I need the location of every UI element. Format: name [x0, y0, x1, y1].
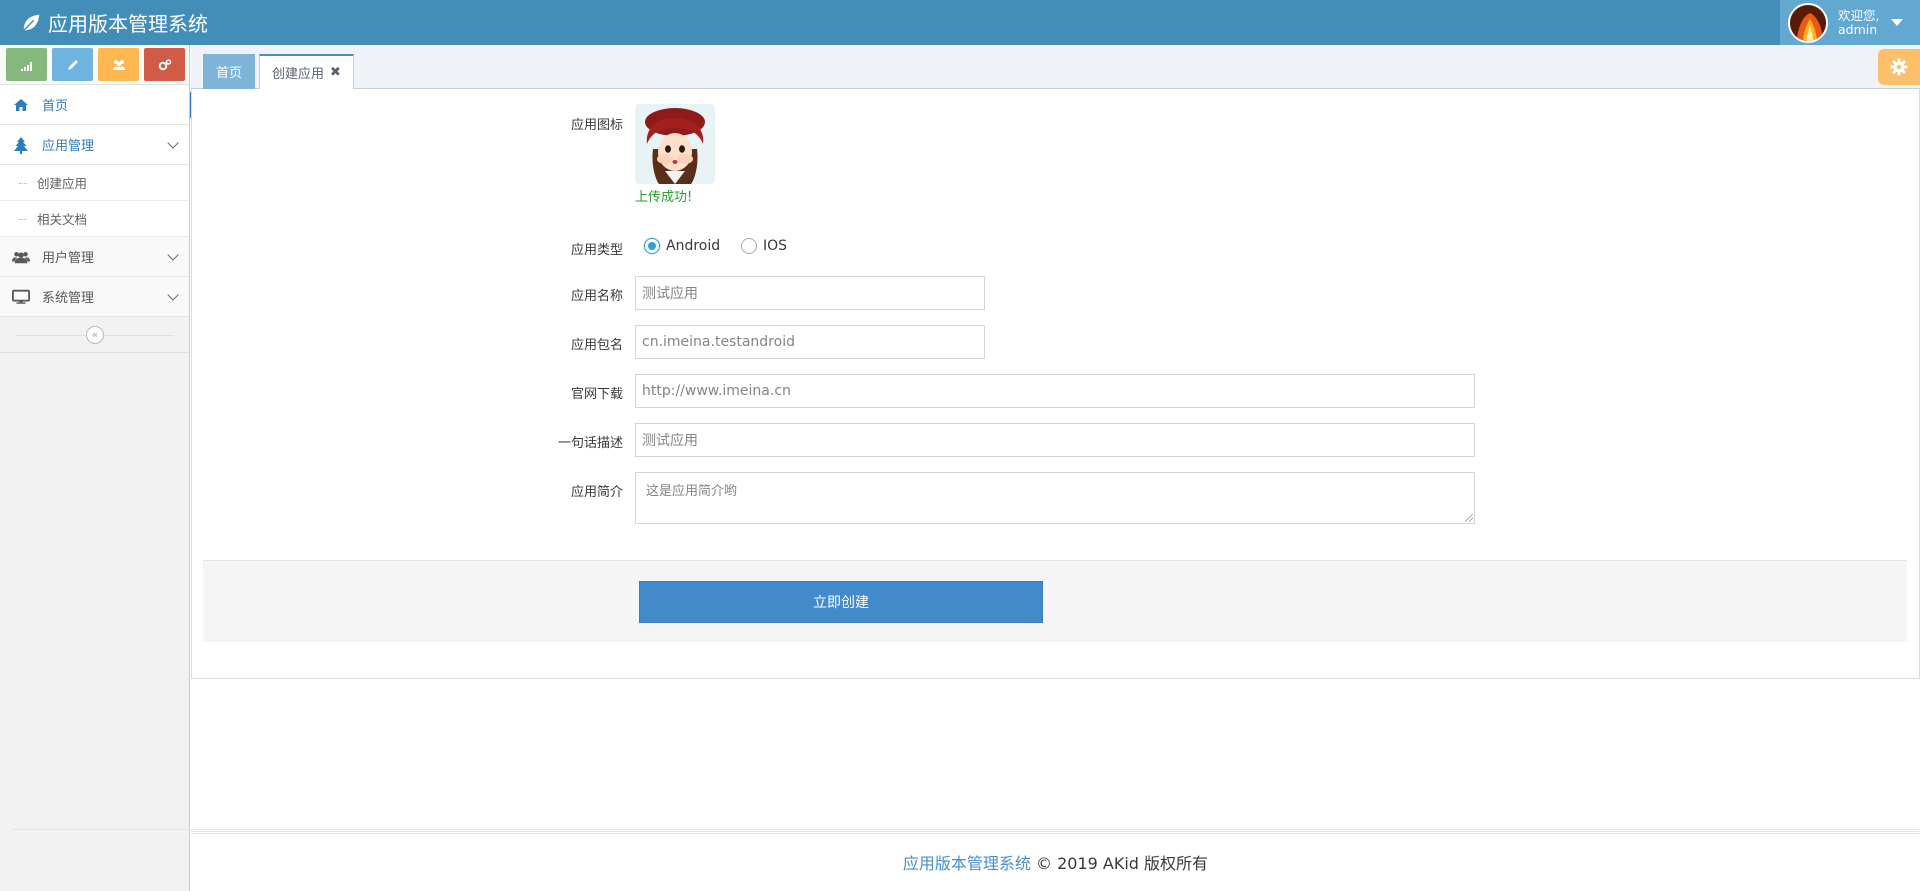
radio-android[interactable]: Android: [644, 238, 720, 254]
shortcut-signal-button[interactable]: [6, 48, 47, 81]
sidebar: 首页 应用管理 创建应用 相关文档 用户管理 系统管理 «: [0, 45, 190, 891]
shortcut-pencil-button[interactable]: [52, 48, 93, 81]
name-label: 应用名称: [570, 289, 623, 304]
settings-button[interactable]: [1878, 49, 1920, 85]
sidebar-item-home[interactable]: 首页: [0, 85, 189, 125]
slogan-label: 一句话描述: [557, 436, 623, 451]
slogan-input[interactable]: 测试应用: [635, 423, 1475, 457]
tab-create-app[interactable]: 创建应用 ✖: [259, 54, 354, 90]
package-label: 应用包名: [570, 338, 623, 353]
radio-unchecked-icon: [741, 238, 757, 254]
footer-divider: [12, 829, 1919, 830]
double-angle-left-icon[interactable]: «: [86, 326, 104, 344]
app-brand[interactable]: 应用版本管理系统: [20, 0, 208, 45]
radio-ios[interactable]: IOS: [741, 238, 787, 254]
upload-status: 上传成功!: [635, 190, 693, 205]
sidebar-item-label: 用户管理: [42, 251, 95, 266]
resize-handle-icon[interactable]: [1465, 514, 1473, 522]
user-avatar: [1788, 2, 1828, 43]
download-label: 官网下载: [570, 387, 623, 402]
sidebar-subitem-docs[interactable]: 相关文档: [0, 201, 189, 237]
form-actions: 立即创建: [203, 560, 1907, 642]
caret-down-icon: [1891, 19, 1904, 26]
close-icon[interactable]: ✖: [330, 65, 341, 80]
pencil-icon: [67, 59, 78, 70]
footer-brand-link[interactable]: 应用版本管理系统: [903, 854, 1031, 873]
tab-label: 创建应用: [272, 67, 325, 82]
app-title: 应用版本管理系统: [48, 12, 208, 36]
group-icon: [112, 59, 125, 70]
type-label: 应用类型: [570, 243, 623, 258]
chevron-down-icon: [167, 249, 179, 261]
tab-label: 首页: [216, 66, 243, 81]
sidebar-shortcuts: [0, 45, 189, 85]
navbar: 应用版本管理系统 欢迎您, admin: [0, 0, 1920, 45]
home-icon: [12, 96, 30, 114]
sidebar-item-label: 首页: [42, 99, 69, 114]
sidebar-submenu: 创建应用 相关文档: [0, 165, 189, 237]
tab-home[interactable]: 首页: [203, 54, 256, 89]
gear-icon: [1890, 58, 1908, 76]
sidebar-subitem-label: 创建应用: [37, 176, 88, 191]
welcome-text: 欢迎您, admin: [1838, 7, 1880, 37]
welcome-username: admin: [1838, 21, 1878, 37]
shortcut-group-button[interactable]: [98, 48, 139, 81]
footer: 应用版本管理系统 © 2019 AKid 版权所有: [191, 831, 1920, 891]
signal-icon: [20, 61, 32, 71]
user-menu[interactable]: 欢迎您, admin: [1780, 0, 1920, 45]
leaf-icon: [23, 14, 40, 31]
radio-label: Android: [666, 238, 721, 254]
app-icon-image[interactable]: [635, 104, 715, 184]
radio-checked-icon: [644, 238, 660, 254]
package-name-input[interactable]: cn.imeina.testandroid: [635, 325, 985, 359]
sidebar-collapse-row: «: [0, 317, 189, 353]
sidebar-item-user-management[interactable]: 用户管理: [0, 237, 189, 277]
chevron-down-icon: [167, 137, 179, 149]
sidebar-subitem-create-app[interactable]: 创建应用: [0, 165, 189, 201]
desktop-icon: [12, 288, 30, 306]
chevron-down-icon: [167, 289, 179, 301]
sidebar-item-label: 应用管理: [42, 139, 95, 154]
footer-copyright: © 2019 AKid 版权所有: [1036, 854, 1209, 873]
sidebar-item-system-management[interactable]: 系统管理: [0, 277, 189, 317]
radio-label: IOS: [763, 238, 788, 254]
shortcut-cogs-button[interactable]: [144, 48, 185, 81]
cogs-icon: [158, 58, 171, 70]
sidebar-item-label: 系统管理: [42, 291, 95, 306]
icon-label: 应用图标: [570, 118, 623, 133]
intro-label: 应用简介: [570, 485, 623, 500]
sidebar-subitem-label: 相关文档: [37, 212, 88, 227]
welcome-greeting: 欢迎您,: [1838, 7, 1880, 23]
intro-text: 这是应用简介哟: [646, 484, 738, 499]
download-url-input[interactable]: http://www.imeina.cn: [635, 374, 1475, 408]
sidebar-item-app-management[interactable]: 应用管理: [0, 125, 189, 165]
tree-icon: [12, 136, 30, 154]
tab-bar: 首页 创建应用 ✖: [191, 45, 1920, 90]
create-button[interactable]: 立即创建: [639, 581, 1043, 623]
app-name-input[interactable]: 测试应用: [635, 276, 985, 310]
intro-textarea[interactable]: 这是应用简介哟: [635, 472, 1475, 524]
users-icon: [12, 248, 30, 266]
